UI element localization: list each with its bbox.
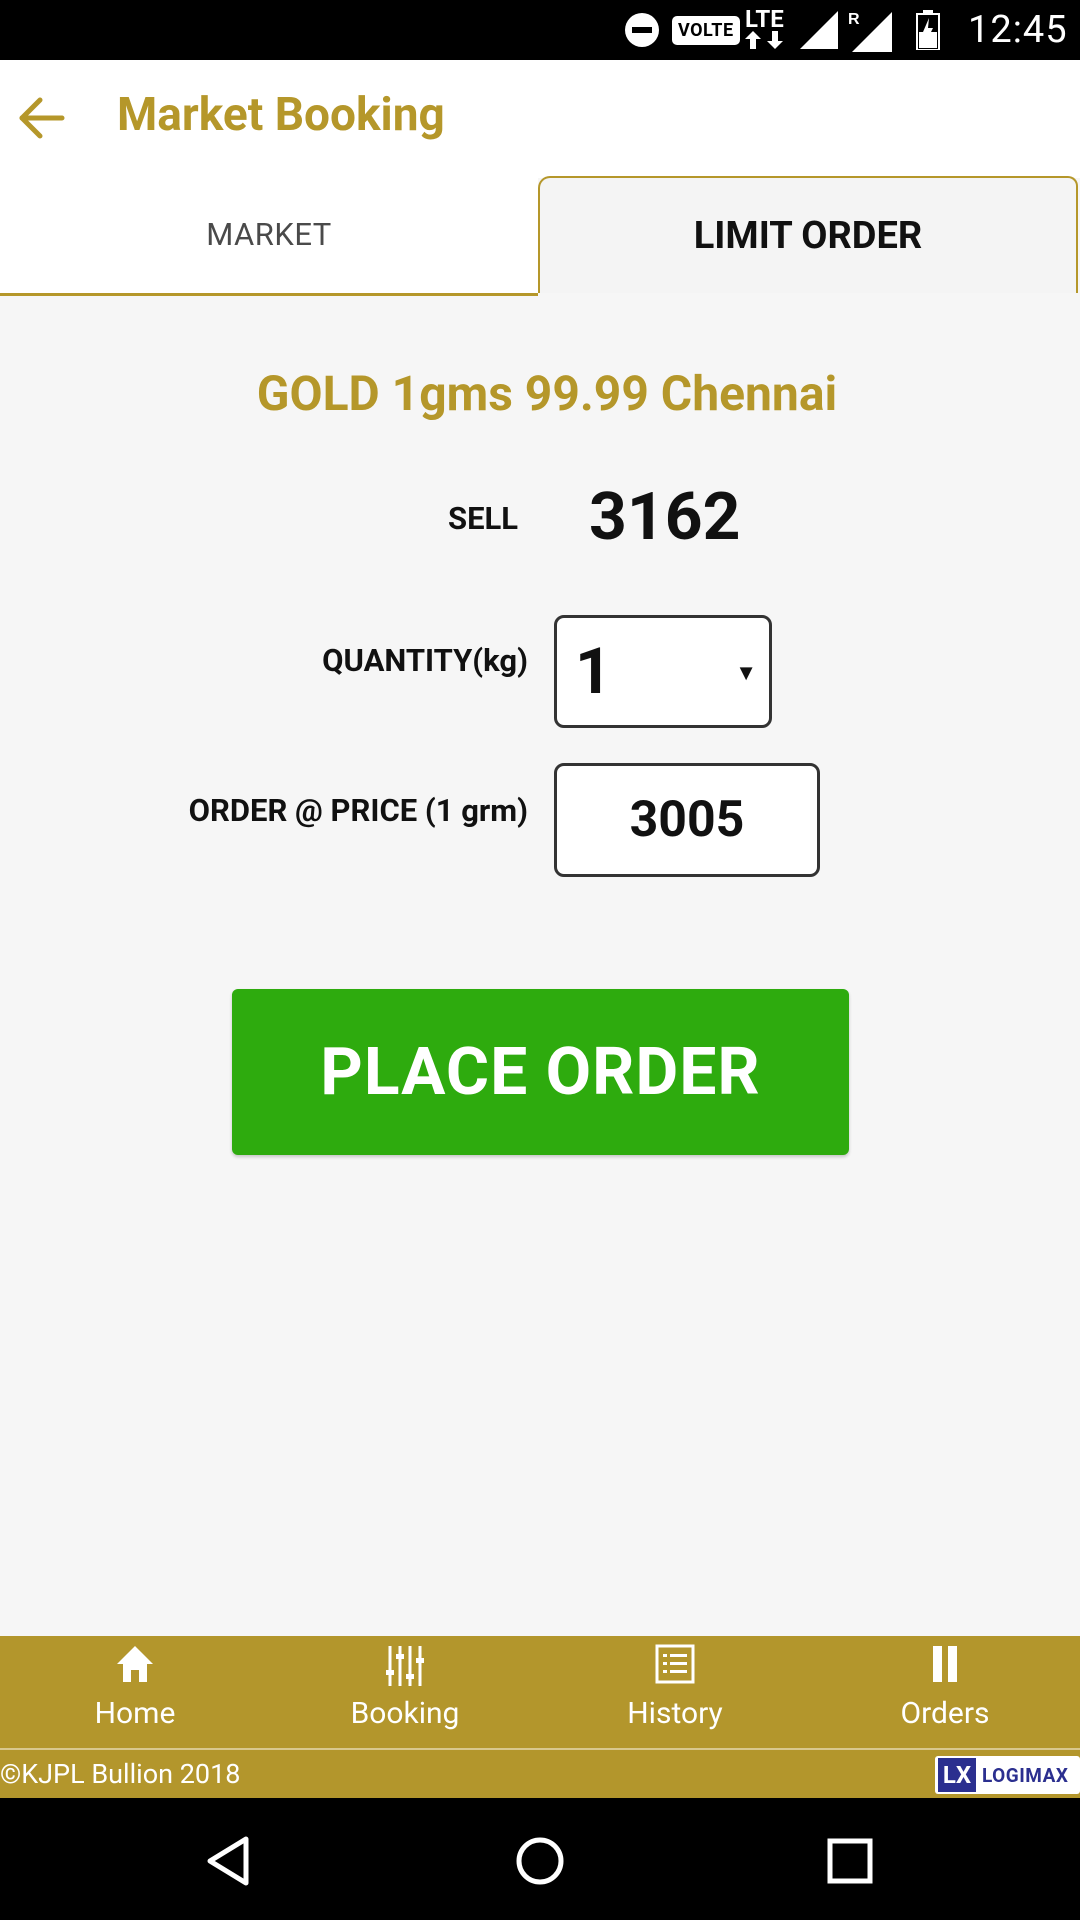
roaming-signal-icon: R [848,0,892,60]
system-back-icon[interactable] [202,1833,258,1889]
lte-indicator: LTE [745,0,785,60]
place-order-button[interactable]: PLACE ORDER [232,989,849,1155]
nav-history[interactable]: History [540,1636,810,1748]
sell-price: 3162 [589,479,741,556]
nav-history-label: History [627,1696,723,1731]
logimax-logo: LX LOGIMAX [935,1756,1080,1794]
roaming-label: R [848,11,860,28]
back-arrow-icon[interactable] [14,90,70,146]
screen: VOLTE LTE R 12:45 Market Booking MARKET … [0,0,1080,1920]
quantity-label: QUANTITY(kg) [322,642,528,679]
nav-orders-label: Orders [900,1696,990,1731]
tab-market[interactable]: MARKET [0,176,538,296]
nav-booking[interactable]: Booking [270,1636,540,1748]
battery-charging-icon [916,0,940,60]
volte-label: VOLTE [672,15,740,45]
quantity-select[interactable]: 1 ▼ [554,615,772,728]
sliders-icon [386,1646,424,1686]
footer: ©KJPL Bullion 2018 LX LOGIMAX [0,1748,1080,1798]
bottom-nav: Home Booking History Orders [0,1636,1080,1748]
logo-text: LOGIMAX [982,1763,1069,1787]
list-icon [655,1644,695,1684]
app-bar: Market Booking [0,60,1080,178]
clock: 12:45 [968,8,1068,52]
logo-mark: LX [938,1758,976,1792]
system-recents-icon[interactable] [822,1833,878,1889]
copyright-text: ©KJPL Bullion 2018 [0,1758,241,1790]
sell-label: SELL [448,500,519,537]
system-nav-bar [0,1798,1080,1920]
nav-home-label: Home [94,1696,176,1731]
status-bar: VOLTE LTE R 12:45 [0,0,1080,60]
signal-icon [800,0,838,60]
pause-icon [933,1646,957,1682]
data-arrows-icon [745,31,783,49]
order-price-label: ORDER @ PRICE (1 grm) [188,792,528,829]
lte-label: LTE [745,5,784,33]
quantity-value: 1 [575,634,612,709]
page-title: Market Booking [117,88,445,142]
do-not-disturb-icon [624,0,660,60]
nav-booking-label: Booking [350,1696,460,1731]
product-name: GOLD 1gms 99.99 Chennai [256,365,838,422]
dropdown-caret-icon: ▼ [735,661,757,686]
limit-order-panel: GOLD 1gms 99.99 Chennai SELL 3162 QUANTI… [0,297,1080,1637]
order-price-input[interactable] [554,763,820,877]
nav-orders[interactable]: Orders [810,1636,1080,1748]
home-icon [117,1646,153,1682]
system-home-icon[interactable] [512,1833,568,1889]
tab-limit-order[interactable]: LIMIT ORDER [538,176,1078,293]
nav-home[interactable]: Home [0,1636,270,1748]
tab-bar: MARKET LIMIT ORDER [0,176,1080,297]
volte-badge: VOLTE [672,0,740,60]
